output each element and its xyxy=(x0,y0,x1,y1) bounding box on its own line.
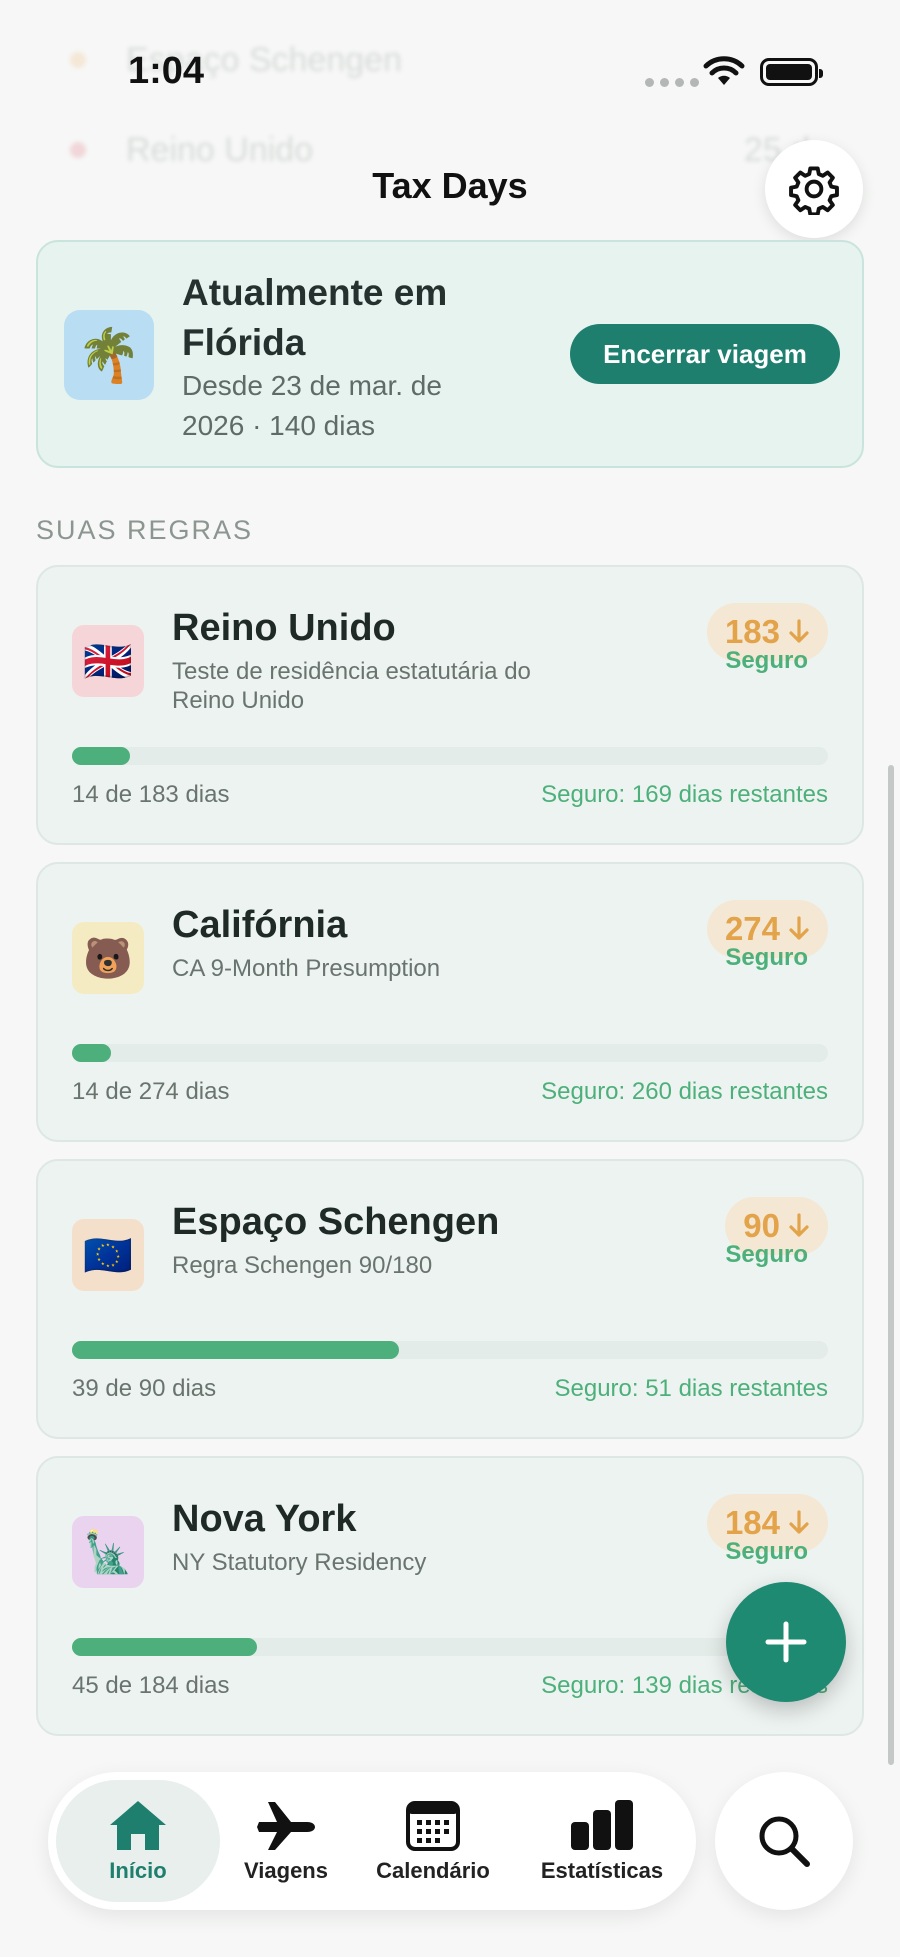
current-trip-title: Atualmente em Flórida xyxy=(182,272,448,363)
settings-button[interactable] xyxy=(765,140,863,238)
limit-value: 90 xyxy=(743,1207,780,1244)
rule-description: Teste de residência estatutária do Reino… xyxy=(172,658,531,714)
gear-icon xyxy=(789,166,839,215)
status-label: Seguro xyxy=(725,1241,808,1268)
cellular-signal-icon xyxy=(645,78,699,87)
status-time: 1:04 xyxy=(128,50,205,92)
rule-card-schengen[interactable]: 🇪🇺 Espaço Schengen Regra Schengen 90/180… xyxy=(36,1159,864,1439)
arrow-down-icon xyxy=(789,619,809,643)
scrollbar[interactable] xyxy=(888,765,894,1765)
days-count: 14 de 183 dias xyxy=(72,781,230,808)
days-count: 39 de 90 dias xyxy=(72,1375,217,1402)
tab-calendario[interactable]: Calendário xyxy=(358,1780,508,1902)
days-count: 45 de 184 dias xyxy=(72,1672,230,1699)
tab-viagens[interactable]: Viagens xyxy=(226,1780,346,1902)
statue-of-liberty-icon: 🗽 xyxy=(72,1516,144,1588)
tab-label: Estatísticas xyxy=(540,1858,664,1883)
limit-value: 274 xyxy=(724,910,780,947)
current-trip-card[interactable]: 🌴 Atualmente em Flórida Desde 23 de mar.… xyxy=(36,240,864,468)
progress-track xyxy=(72,1341,828,1359)
arrow-down-icon xyxy=(789,916,809,940)
search-button[interactable] xyxy=(715,1772,853,1910)
tab-inicio[interactable]: Início xyxy=(56,1780,220,1902)
days-remaining: Seguro: 260 dias restantes xyxy=(541,1078,828,1105)
days-remaining: Seguro: 51 dias restantes xyxy=(554,1375,828,1402)
rule-name: Reino Unido xyxy=(172,607,396,649)
rule-card-new-york[interactable]: 🗽 Nova York NY Statutory Residency 184 S… xyxy=(36,1456,864,1736)
days-count: 14 de 274 dias xyxy=(72,1078,230,1105)
tab-bar: Início Viagens Calendário Estatísticas xyxy=(48,1772,696,1910)
battery-icon xyxy=(760,58,823,86)
rule-name: Espaço Schengen xyxy=(172,1201,500,1243)
plus-icon xyxy=(765,1621,807,1663)
status-dot xyxy=(70,142,86,158)
airplane-icon xyxy=(257,1802,315,1850)
tab-label: Início xyxy=(109,1858,167,1883)
days-remaining: Seguro: 169 dias restantes xyxy=(541,781,828,808)
wifi-icon xyxy=(703,56,745,85)
home-icon xyxy=(110,1801,166,1850)
bar-chart-icon xyxy=(571,1800,633,1850)
tab-estatisticas[interactable]: Estatísticas xyxy=(516,1780,688,1902)
rule-name: Nova York xyxy=(172,1498,357,1540)
end-trip-button[interactable]: Encerrar viagem xyxy=(570,324,840,384)
progress-track xyxy=(72,1638,828,1656)
rule-description: Regra Schengen 90/180 xyxy=(172,1252,433,1279)
progress-fill xyxy=(72,747,131,765)
search-icon xyxy=(759,1816,810,1867)
add-button[interactable] xyxy=(726,1582,846,1702)
progress-track xyxy=(72,1044,828,1062)
status-label: Seguro xyxy=(725,1538,808,1565)
limit-value: 183 xyxy=(724,613,780,650)
palm-tree-icon: 🌴 xyxy=(64,310,154,400)
arrow-down-icon xyxy=(789,1510,809,1534)
status-label: Seguro xyxy=(725,944,808,971)
rule-description: NY Statutory Residency xyxy=(172,1549,427,1576)
arrow-down-icon xyxy=(789,1213,809,1237)
status-label: Seguro xyxy=(725,647,808,674)
uk-flag-icon: 🇬🇧 xyxy=(72,625,144,697)
bear-icon: 🐻 xyxy=(72,922,144,994)
status-bar: 1:04 xyxy=(0,0,900,140)
progress-track xyxy=(72,747,828,765)
tab-label: Viagens xyxy=(244,1858,328,1883)
tab-label: Calendário xyxy=(376,1858,490,1883)
rule-card-california[interactable]: 🐻 Califórnia CA 9-Month Presumption 274 … xyxy=(36,862,864,1142)
progress-fill xyxy=(72,1044,111,1062)
rule-name: Califórnia xyxy=(172,904,348,946)
eu-flag-icon: 🇪🇺 xyxy=(72,1219,144,1291)
section-label: SUAS REGRAS xyxy=(36,515,254,545)
progress-fill xyxy=(72,1638,258,1656)
rule-description: CA 9-Month Presumption xyxy=(172,955,441,982)
rule-card-uk[interactable]: 🇬🇧 Reino Unido Teste de residência estat… xyxy=(36,565,864,845)
progress-fill xyxy=(72,1341,400,1359)
current-trip-subtitle: Desde 23 de mar. de 2026 · 140 dias xyxy=(182,370,442,441)
limit-value: 184 xyxy=(724,1504,780,1541)
calendar-icon xyxy=(406,1801,460,1851)
